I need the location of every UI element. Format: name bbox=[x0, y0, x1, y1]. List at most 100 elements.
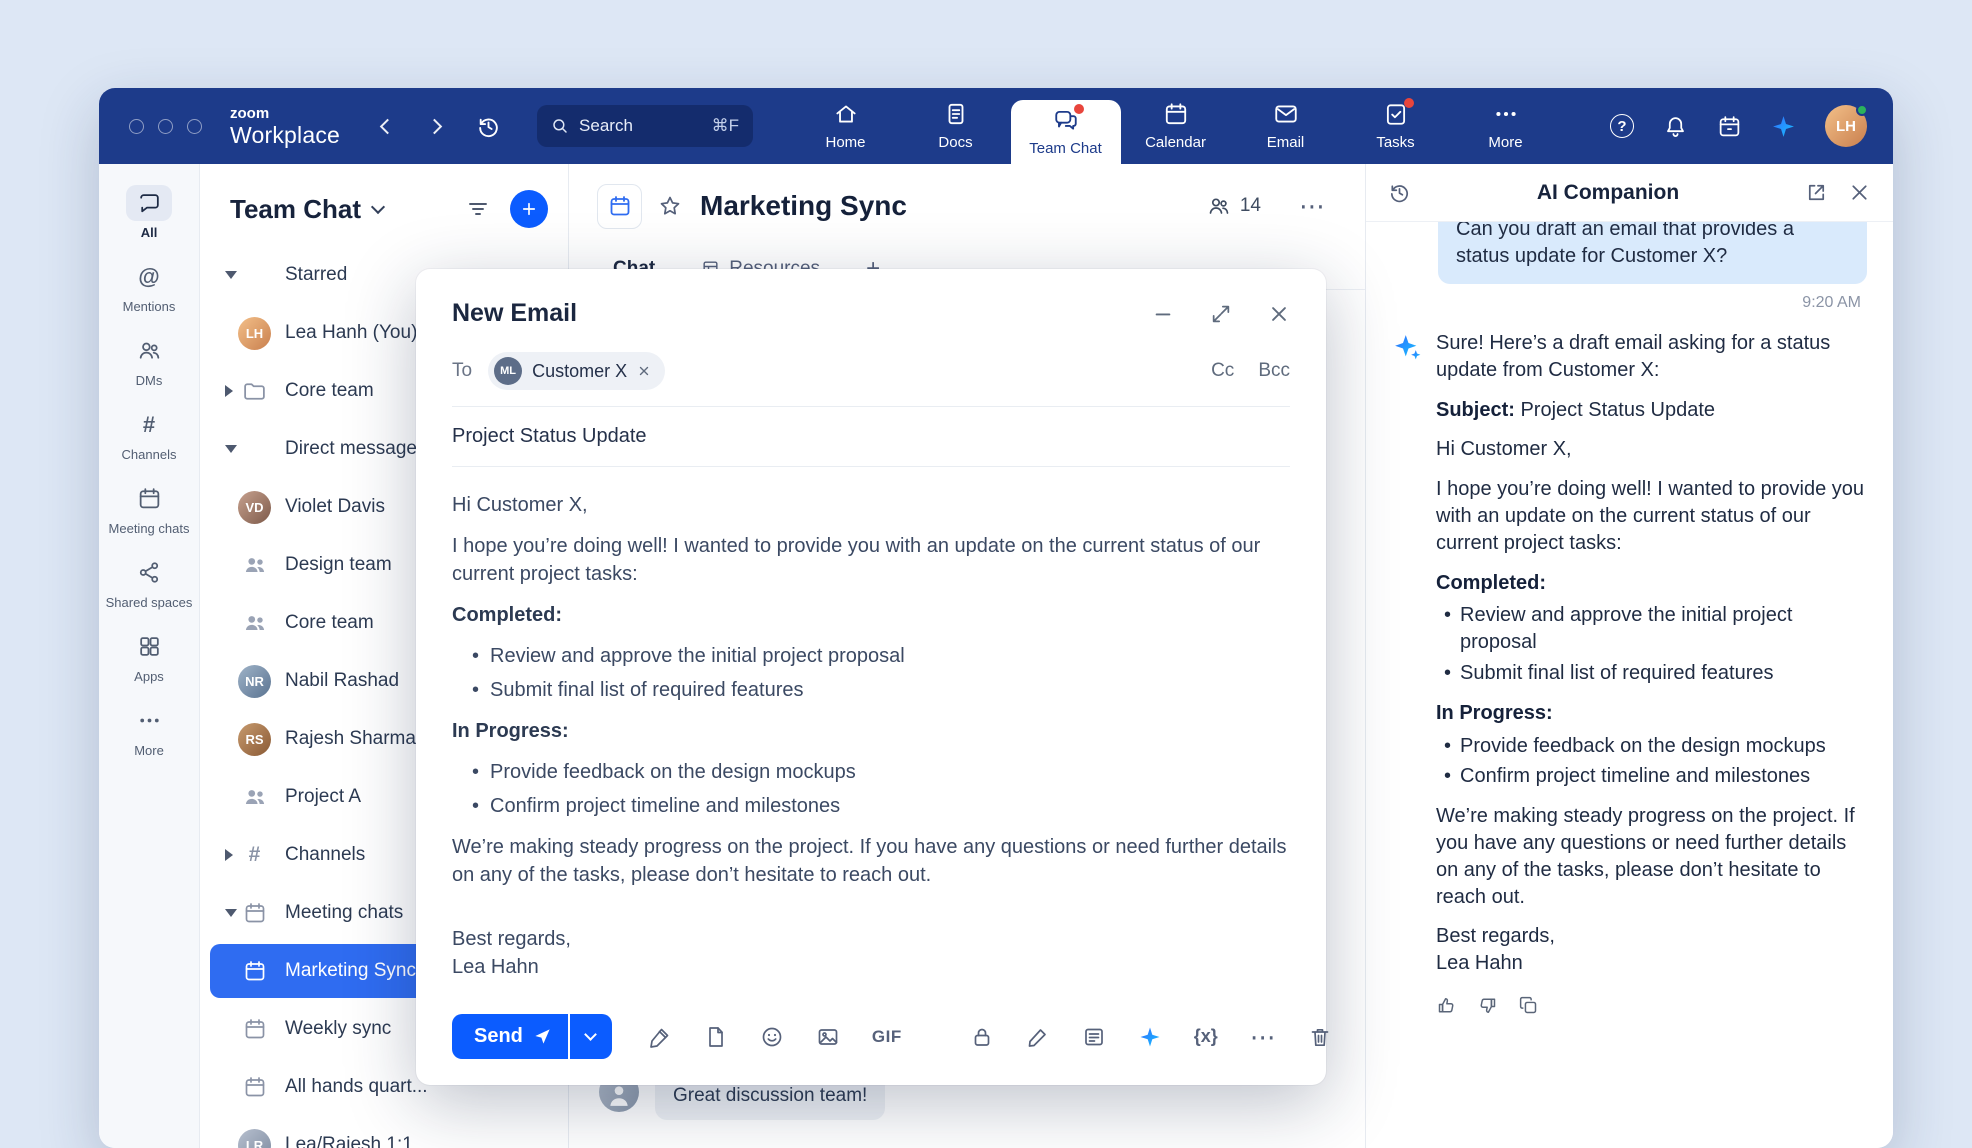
close-window-button[interactable] bbox=[129, 119, 144, 134]
recipient-name: Customer X bbox=[532, 361, 627, 382]
minimize-window-button[interactable] bbox=[158, 119, 173, 134]
user-avatar[interactable]: LH bbox=[1825, 105, 1867, 147]
list-item: Provide feedback on the design mockups bbox=[1436, 733, 1867, 760]
app-window: zoom Workplace Search ⌘F bbox=[99, 88, 1893, 1148]
topbar-right: ? LH bbox=[1610, 105, 1867, 147]
chat-sidebar-title[interactable]: Team Chat bbox=[230, 194, 361, 225]
calendar-date-icon[interactable] bbox=[1717, 114, 1742, 139]
meeting-calendar-icon bbox=[238, 901, 271, 925]
subject-field[interactable]: Project Status Update bbox=[452, 407, 1290, 467]
rail-item-more[interactable]: More bbox=[99, 694, 199, 768]
participants-count[interactable]: 14 bbox=[1207, 194, 1261, 218]
new-chat-button[interactable] bbox=[510, 190, 548, 228]
triangle-right-icon[interactable] bbox=[225, 385, 233, 397]
rail-item-channels[interactable]: # Channels bbox=[99, 398, 199, 472]
back-chevron-icon[interactable] bbox=[380, 118, 396, 134]
dms-people-icon bbox=[126, 333, 172, 369]
rail-item-apps[interactable]: Apps bbox=[99, 620, 199, 694]
image-icon[interactable] bbox=[816, 1025, 840, 1049]
email-body-editor[interactable]: Hi Customer X, I hope you’re doing well!… bbox=[416, 467, 1326, 1002]
signature-icon[interactable] bbox=[648, 1025, 672, 1049]
triangle-right-icon[interactable] bbox=[225, 849, 233, 861]
attach-file-icon[interactable] bbox=[704, 1025, 728, 1049]
cc-button[interactable]: Cc bbox=[1211, 360, 1234, 382]
channel-title: Marketing Sync bbox=[700, 190, 907, 222]
ai-conversation[interactable]: Can you draft an email that provides a s… bbox=[1366, 222, 1893, 1148]
gif-button[interactable]: GIF bbox=[872, 1027, 902, 1047]
to-field[interactable]: To ML Customer X Cc Bcc bbox=[452, 346, 1290, 407]
send-options-button[interactable] bbox=[570, 1014, 612, 1059]
nav-home[interactable]: Home bbox=[791, 88, 901, 164]
ai-panel-close-icon[interactable] bbox=[1848, 181, 1871, 204]
ai-history-icon[interactable] bbox=[1388, 181, 1411, 204]
avatar: LH bbox=[238, 317, 271, 350]
rail-item-more-label: More bbox=[134, 744, 164, 759]
lock-icon[interactable] bbox=[970, 1025, 994, 1049]
edit-pencil-icon[interactable] bbox=[1026, 1025, 1050, 1049]
forward-chevron-icon[interactable] bbox=[427, 118, 443, 134]
email-signature: Lea Hahn bbox=[452, 953, 1290, 981]
expand-icon[interactable] bbox=[1210, 303, 1232, 325]
email-in-progress-list: Provide feedback on the design mockups C… bbox=[464, 758, 1290, 820]
rail-item-meeting-chats[interactable]: Meeting chats bbox=[99, 472, 199, 546]
more-icon bbox=[1493, 101, 1519, 127]
nav-email[interactable]: Email bbox=[1231, 88, 1341, 164]
search-input[interactable]: Search ⌘F bbox=[537, 105, 753, 147]
recipient-chip[interactable]: ML Customer X bbox=[488, 352, 665, 390]
triangle-down-icon[interactable] bbox=[225, 271, 237, 279]
close-icon[interactable] bbox=[1268, 303, 1290, 325]
hash-icon: # bbox=[249, 843, 261, 867]
search-placeholder: Search bbox=[579, 116, 633, 136]
trash-icon[interactable] bbox=[1308, 1025, 1332, 1049]
shared-spaces-icon bbox=[126, 555, 172, 591]
thumbs-up-icon[interactable] bbox=[1436, 995, 1457, 1016]
triangle-down-icon[interactable] bbox=[225, 909, 237, 917]
chat-item-lea-rajesh[interactable]: LR Lea/Rajesh 1:1 bbox=[200, 1116, 568, 1148]
nav-more[interactable]: More bbox=[1451, 88, 1561, 164]
rail-item-all[interactable]: All bbox=[99, 176, 199, 250]
avatar: VD bbox=[238, 491, 271, 524]
ai-sparkle-icon[interactable] bbox=[1138, 1025, 1162, 1049]
notifications-bell-icon[interactable] bbox=[1663, 114, 1688, 139]
triangle-down-icon[interactable] bbox=[225, 445, 237, 453]
history-icon[interactable] bbox=[476, 114, 501, 139]
more-options-icon[interactable]: ⋯ bbox=[1250, 1024, 1276, 1050]
team-chat-icon bbox=[1053, 107, 1079, 133]
minimize-icon[interactable] bbox=[1152, 303, 1174, 325]
home-icon bbox=[833, 101, 859, 127]
ai-companion-sparkle-icon[interactable] bbox=[1771, 114, 1796, 139]
ai-response-closing: We’re making steady progress on the proj… bbox=[1436, 803, 1867, 910]
open-in-new-window-icon[interactable] bbox=[1805, 181, 1828, 204]
chevron-down-icon[interactable] bbox=[371, 200, 385, 214]
remove-recipient-icon[interactable] bbox=[637, 364, 651, 378]
template-icon[interactable] bbox=[1082, 1025, 1106, 1049]
rail-item-dms[interactable]: DMs bbox=[99, 324, 199, 398]
ai-response-subject: Subject: Project Status Update bbox=[1436, 397, 1867, 424]
calendar-icon bbox=[1163, 101, 1189, 127]
rail-item-mentions[interactable]: @ Mentions bbox=[99, 250, 199, 324]
rail-item-meeting-chats-label: Meeting chats bbox=[109, 522, 190, 537]
nav-docs[interactable]: Docs bbox=[901, 88, 1011, 164]
copy-icon[interactable] bbox=[1518, 995, 1539, 1016]
all-chats-icon bbox=[126, 185, 172, 221]
rail-item-shared-spaces[interactable]: Shared spaces bbox=[99, 546, 199, 620]
ai-panel-header: AI Companion bbox=[1366, 164, 1893, 222]
folder-icon bbox=[238, 379, 271, 404]
rail-item-shared-spaces-label: Shared spaces bbox=[106, 596, 193, 611]
emoji-icon[interactable] bbox=[760, 1025, 784, 1049]
bcc-button[interactable]: Bcc bbox=[1258, 360, 1290, 382]
nav-tasks[interactable]: Tasks bbox=[1341, 88, 1451, 164]
nav-team-chat[interactable]: Team Chat bbox=[1011, 100, 1121, 164]
channels-hash-icon: # bbox=[126, 407, 172, 443]
help-icon[interactable]: ? bbox=[1610, 114, 1634, 138]
thumbs-down-icon[interactable] bbox=[1477, 995, 1498, 1016]
nav-calendar[interactable]: Calendar bbox=[1121, 88, 1231, 164]
star-icon[interactable] bbox=[658, 194, 682, 218]
filter-icon[interactable] bbox=[466, 197, 490, 221]
send-button[interactable]: Send bbox=[452, 1014, 568, 1059]
topbar: zoom Workplace Search ⌘F bbox=[99, 88, 1893, 164]
variables-button[interactable]: {x} bbox=[1194, 1026, 1218, 1047]
channel-more-icon[interactable]: ⋯ bbox=[1299, 193, 1325, 219]
docs-icon bbox=[943, 101, 969, 127]
zoom-window-button[interactable] bbox=[187, 119, 202, 134]
